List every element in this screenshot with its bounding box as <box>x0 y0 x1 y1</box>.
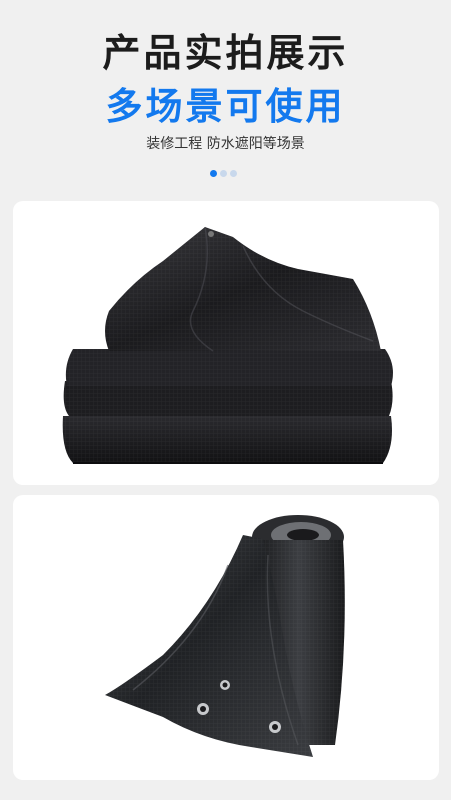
page-title: 产品实拍展示 <box>102 31 349 75</box>
folded-tarp-image <box>62 226 393 464</box>
product-photo-card-rolled <box>13 495 439 780</box>
header: 产品实拍展示 多场景可使用 装修工程 防水遮阳等场景 <box>0 0 451 200</box>
scene-caption: 装修工程 防水遮阳等场景 <box>146 136 305 152</box>
carousel-dot[interactable] <box>230 170 237 177</box>
page-subtitle: 多场景可使用 <box>105 85 346 128</box>
carousel-indicator[interactable] <box>210 170 237 178</box>
product-photo-card-folded <box>13 201 439 485</box>
carousel-dot[interactable] <box>210 170 217 177</box>
rolled-tarp-image <box>105 515 345 757</box>
carousel-dot[interactable] <box>220 170 227 177</box>
